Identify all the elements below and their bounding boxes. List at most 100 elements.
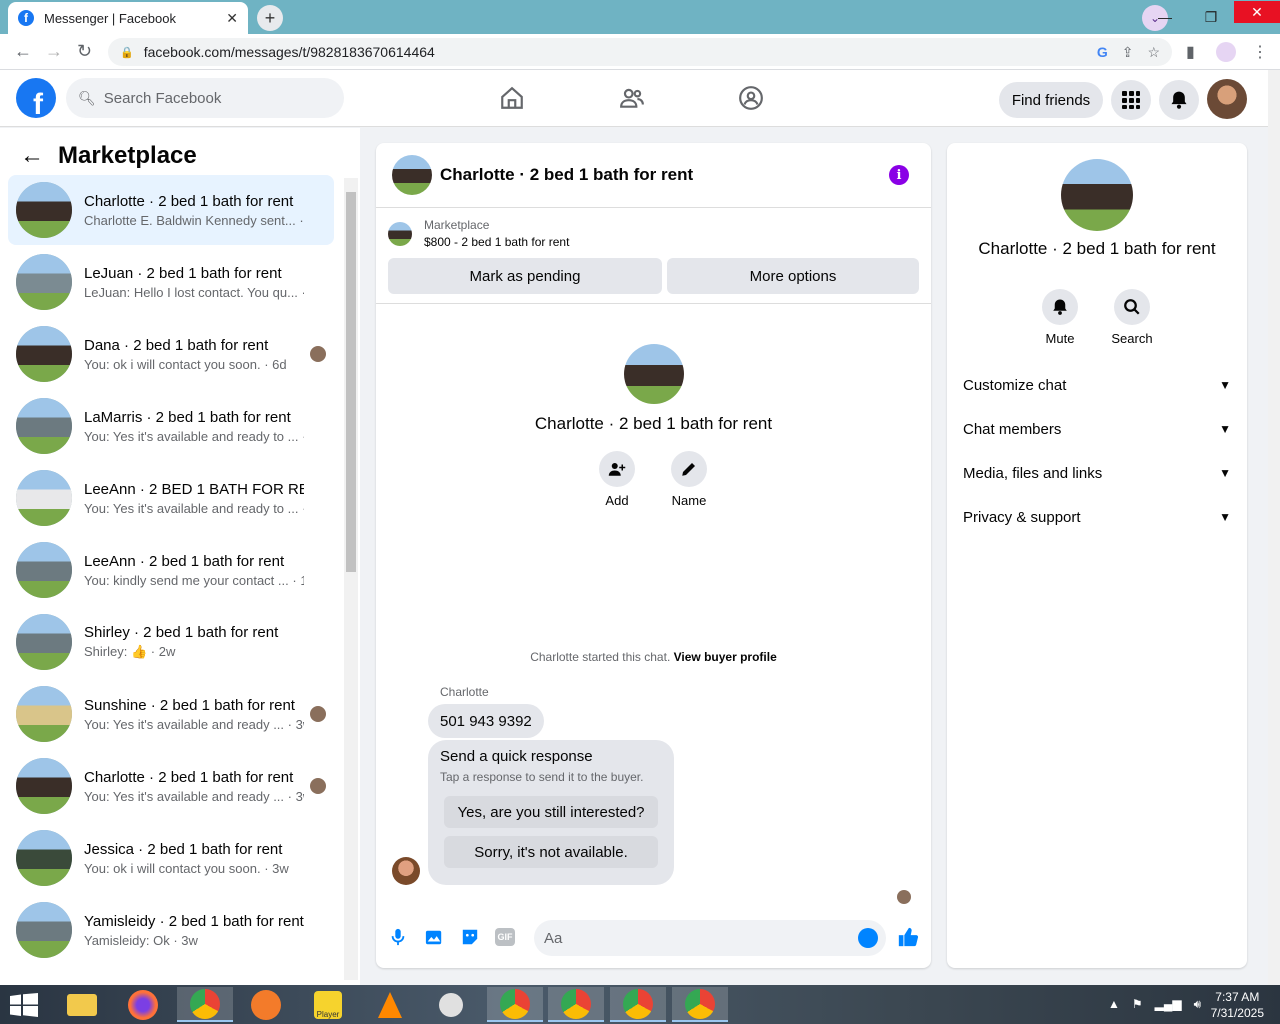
privacy-support-row[interactable]: Privacy & support ▼ — [963, 502, 1231, 532]
details-name: Charlotte · 2 bed 1 bath for rent — [978, 239, 1216, 258]
sidebar-scrollbar[interactable] — [344, 178, 358, 980]
conversation-item[interactable]: Shirley · 2 bed 1 bath for rent Shirley: … — [8, 607, 334, 677]
profile-icon[interactable] — [1216, 42, 1236, 62]
forward-arrow-icon[interactable]: → — [45, 41, 63, 62]
menu-grid-icon[interactable] — [1111, 80, 1151, 120]
add-people-action[interactable]: Add — [587, 451, 647, 508]
tray-expand-icon[interactable]: ▲ — [1108, 997, 1120, 1012]
chrome-menu-icon[interactable]: ⋮ — [1252, 42, 1268, 62]
media-player-icon[interactable]: Player — [300, 987, 356, 1022]
search-icon: 🔍︎ — [78, 89, 96, 106]
system-clock[interactable]: 7:37 AM 7/31/2025 — [1211, 989, 1264, 1021]
tab-close-icon[interactable]: ✕ — [226, 10, 238, 27]
share-icon[interactable]: ⇪ — [1122, 44, 1134, 61]
message-input[interactable]: Aa — [534, 920, 886, 956]
bookmark-star-icon[interactable]: ☆ — [1147, 44, 1160, 61]
chrome-app-icon[interactable] — [177, 987, 233, 1022]
conversation-item[interactable]: LeJuan · 2 bed 1 bath for rent LeJuan: He… — [8, 247, 334, 317]
minimize-button[interactable]: — — [1142, 9, 1188, 25]
message-bubble[interactable]: 501 943 9392 — [428, 704, 544, 738]
groups-icon[interactable] — [737, 84, 765, 112]
chrome-window-4-icon[interactable] — [672, 987, 728, 1022]
info-icon[interactable]: i — [889, 165, 909, 185]
uc-browser-icon[interactable] — [238, 987, 294, 1022]
media-files-links-row[interactable]: Media, files and links ▼ — [963, 458, 1231, 488]
mute-action[interactable]: Mute — [1030, 289, 1090, 346]
home-icon[interactable] — [498, 84, 526, 112]
conversation-title: Charlotte · 2 bed 1 bath for rent — [84, 768, 294, 786]
conversation-item[interactable]: LeeAnn · 2 BED 1 BATH FOR RENT You: Yes i… — [8, 463, 334, 533]
conversation-preview: You: kindly send me your contact ... · 1… — [84, 572, 304, 588]
conversation-title: LeJuan · 2 bed 1 bath for rent — [84, 264, 282, 282]
edit-name-action[interactable]: Name — [659, 451, 719, 508]
quick-response-not-available[interactable]: Sorry, it's not available. — [444, 836, 658, 868]
conversation-item[interactable]: Charlotte · 2 bed 1 bath for rent You: Ye… — [8, 751, 334, 821]
listing-thumbnail — [16, 830, 72, 886]
gif-icon[interactable]: GIF — [495, 928, 515, 946]
photo-icon[interactable] — [423, 926, 445, 948]
vlc-icon[interactable] — [362, 987, 418, 1022]
sidebar-toggle-icon[interactable]: ▮ — [1186, 42, 1195, 62]
chat-members-row[interactable]: Chat members ▼ — [963, 414, 1231, 444]
close-window-button[interactable]: ✕ — [1234, 1, 1280, 23]
chrome-window-1-icon[interactable] — [487, 987, 543, 1022]
search-action[interactable]: Search — [1102, 289, 1162, 346]
file-explorer-icon[interactable] — [54, 987, 110, 1022]
volume-icon[interactable]: 🔊︎ — [1194, 997, 1202, 1012]
google-icon[interactable]: G — [1097, 44, 1108, 61]
reload-icon[interactable]: ↻ — [77, 41, 92, 62]
flag-icon[interactable]: ⚑ — [1132, 997, 1143, 1012]
thumbs-up-icon[interactable] — [897, 926, 919, 948]
page-scrollbar[interactable] — [1268, 70, 1280, 985]
chrome-window-2-icon[interactable] — [548, 987, 604, 1022]
facebook-search-input[interactable]: 🔍︎ Search Facebook — [66, 78, 344, 118]
conversation-item[interactable]: Dana · 2 bed 1 bath for rent You: ok i wi… — [8, 319, 334, 389]
listing-thumbnail — [16, 254, 72, 310]
conversation-item[interactable]: LaMarris · 2 bed 1 bath for rent You: Yes… — [8, 391, 334, 461]
more-options-button[interactable]: More options — [667, 258, 919, 294]
account-avatar[interactable] — [1207, 79, 1247, 119]
profile-thumbnail — [623, 344, 684, 404]
customize-chat-row[interactable]: Customize chat ▼ — [963, 370, 1231, 400]
notifications-bell-icon[interactable] — [1159, 80, 1199, 120]
browser-tab[interactable]: f Messenger | Facebook ✕ — [8, 2, 248, 34]
scrollbar-thumb[interactable] — [346, 192, 356, 572]
listing-banner[interactable]: Marketplace $800 - 2 bed 1 bath for rent — [388, 218, 569, 249]
conversation-item[interactable]: LeeAnn · 2 bed 1 bath for rent You: kindl… — [8, 535, 334, 605]
details-thumbnail[interactable] — [1061, 159, 1133, 231]
address-bar[interactable]: 🔒 facebook.com/messages/t/98281836706144… — [108, 38, 1172, 66]
sender-avatar[interactable] — [392, 857, 420, 885]
quick-response-still-interested[interactable]: Yes, are you still interested? — [444, 796, 658, 828]
conversation-item[interactable]: Yamisleidy · 2 bed 1 bath for rent Yamisl… — [8, 895, 334, 965]
back-arrow-icon[interactable]: ← — [14, 41, 32, 62]
microphone-icon[interactable] — [387, 926, 409, 948]
chat-thumbnail[interactable] — [392, 155, 432, 195]
conversation-item[interactable]: Sunshine · 2 bed 1 bath for rent You: Yes… — [8, 679, 334, 749]
view-buyer-profile-link[interactable]: View buyer profile — [674, 650, 777, 664]
row-label: Customize chat — [963, 376, 1067, 394]
friends-icon[interactable] — [618, 84, 646, 112]
chrome-window-3-icon[interactable] — [610, 987, 666, 1022]
firefox-icon[interactable] — [115, 987, 171, 1022]
new-tab-button[interactable]: + — [257, 5, 283, 31]
facebook-logo-icon[interactable]: f — [16, 78, 56, 118]
seen-avatar — [310, 706, 326, 722]
chat-header: Charlotte · 2 bed 1 bath for rent i — [376, 143, 931, 208]
conversation-preview: You: Yes it's available and ready to ...… — [84, 428, 304, 444]
conversation-preview: You: Yes it's available and ready to ...… — [84, 500, 304, 516]
windows-start-icon[interactable] — [10, 993, 38, 1017]
find-friends-button[interactable]: Find friends — [999, 82, 1103, 118]
listing-thumbnail — [16, 686, 72, 742]
snipping-tool-icon[interactable] — [423, 987, 479, 1022]
chat-title[interactable]: Charlotte · 2 bed 1 bath for rent — [440, 165, 693, 185]
back-arrow-icon[interactable]: ← — [20, 142, 44, 170]
facebook-favicon-icon: f — [18, 10, 34, 26]
emoji-icon[interactable] — [858, 928, 878, 948]
conversation-title: Jessica · 2 bed 1 bath for rent — [84, 840, 283, 858]
restore-button[interactable]: ❐ — [1188, 9, 1234, 26]
conversation-item[interactable]: Charlotte · 2 bed 1 bath for rent Charlot… — [8, 175, 334, 245]
sticker-icon[interactable] — [459, 926, 481, 948]
conversation-item[interactable]: Jessica · 2 bed 1 bath for rent You: ok i… — [8, 823, 334, 893]
mark-as-pending-button[interactable]: Mark as pending — [388, 258, 662, 294]
network-icon[interactable]: ▂▄▆ — [1155, 997, 1182, 1012]
